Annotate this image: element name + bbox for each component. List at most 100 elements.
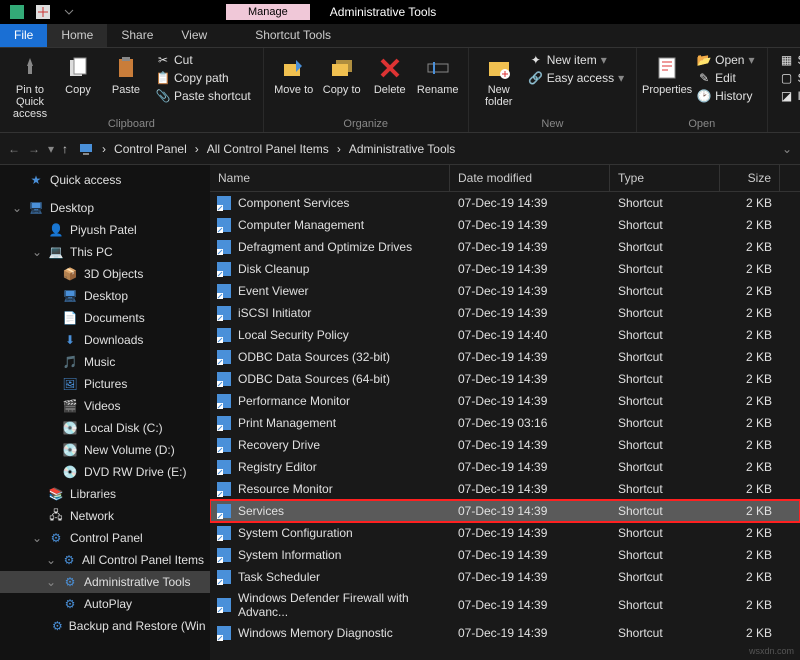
file-row[interactable]: ODBC Data Sources (64-bit)07-Dec-19 14:3…	[210, 368, 800, 390]
file-row[interactable]: ODBC Data Sources (32-bit)07-Dec-19 14:3…	[210, 346, 800, 368]
group-organize: Move to Copy to Delete Rename Organize	[264, 48, 469, 132]
recent-dropdown[interactable]: ▾	[48, 142, 54, 156]
file-row[interactable]: System Information07-Dec-19 14:39Shortcu…	[210, 544, 800, 566]
history-icon: 🕑	[697, 89, 711, 103]
col-size[interactable]: Size	[720, 165, 780, 191]
back-button[interactable]: ←	[8, 142, 20, 156]
nav-network[interactable]: 🖧Network	[0, 505, 210, 527]
nav-user[interactable]: 👤Piyush Patel	[0, 219, 210, 241]
copy-button[interactable]: Copy	[54, 50, 102, 100]
nav-item[interactable]: 📦3D Objects	[0, 263, 210, 285]
nav-desktop[interactable]: ⌄🖥Desktop	[0, 197, 210, 219]
nav-item[interactable]: 💽New Volume (D:)	[0, 439, 210, 461]
collapse-icon[interactable]: ⌄	[32, 531, 42, 545]
shortcut-icon	[216, 239, 232, 255]
pin-icon	[16, 54, 44, 82]
forward-button[interactable]: →	[28, 142, 40, 156]
properties-button[interactable]: Properties	[643, 50, 691, 100]
nav-item[interactable]: ⚙AutoPlay	[0, 593, 210, 615]
tab-home[interactable]: Home	[47, 24, 107, 47]
file-row[interactable]: Windows Defender Firewall with Advanc...…	[210, 588, 800, 622]
nav-item[interactable]: ⚙Backup and Restore (Win	[0, 615, 210, 637]
nav-control-panel[interactable]: ⌄⚙Control Panel	[0, 527, 210, 549]
rename-button[interactable]: Rename	[414, 50, 462, 100]
nav-item[interactable]: 🖥Desktop	[0, 285, 210, 307]
tab-view[interactable]: View	[167, 24, 221, 47]
new-folder-button[interactable]: New folder	[475, 50, 523, 112]
file-row[interactable]: Print Management07-Dec-19 03:16Shortcut2…	[210, 412, 800, 434]
tab-share[interactable]: Share	[107, 24, 167, 47]
nav-this-pc[interactable]: ⌄💻This PC	[0, 241, 210, 263]
nav-item[interactable]: ⌄⚙Administrative Tools	[0, 571, 210, 593]
file-row[interactable]: iSCSI Initiator07-Dec-19 14:39Shortcut2 …	[210, 302, 800, 324]
new-item-button[interactable]: ✦New item▾	[525, 52, 628, 68]
file-row[interactable]: Event Viewer07-Dec-19 14:39Shortcut2 KB	[210, 280, 800, 302]
context-tab-manage[interactable]: Manage	[226, 4, 310, 20]
nav-item[interactable]: 💿DVD RW Drive (E:)	[0, 461, 210, 483]
navigation-pane[interactable]: ★Quick access ⌄🖥Desktop 👤Piyush Patel ⌄💻…	[0, 165, 210, 660]
file-row[interactable]: System Configuration07-Dec-19 14:39Short…	[210, 522, 800, 544]
col-type[interactable]: Type	[610, 165, 720, 191]
crumb-item[interactable]: Control Panel	[114, 142, 187, 156]
file-row[interactable]: Recovery Drive07-Dec-19 14:39Shortcut2 K…	[210, 434, 800, 456]
delete-button[interactable]: Delete	[366, 50, 414, 100]
open-button[interactable]: 📂Open▾	[693, 52, 758, 68]
edit-icon: ✎	[697, 71, 711, 85]
file-row[interactable]: Services07-Dec-19 14:39Shortcut2 KB	[210, 500, 800, 522]
file-row[interactable]: Disk Cleanup07-Dec-19 14:39Shortcut2 KB	[210, 258, 800, 280]
nav-item[interactable]: ⌄⚙All Control Panel Items	[0, 549, 210, 571]
folder-icon: 📄	[62, 310, 78, 326]
file-list[interactable]: Name Date modified Type Size Component S…	[210, 165, 800, 660]
collapse-icon[interactable]: ⌄	[12, 201, 22, 215]
cut-button[interactable]: ✂Cut	[152, 52, 255, 68]
file-row[interactable]: Registry Editor07-Dec-19 14:39Shortcut2 …	[210, 456, 800, 478]
select-all-button[interactable]: ▦Select all	[776, 52, 800, 68]
folder-icon: 💽	[62, 442, 78, 458]
shortcut-icon	[216, 503, 232, 519]
file-row[interactable]: Windows Memory Diagnostic07-Dec-19 14:39…	[210, 622, 800, 644]
file-row[interactable]: Resource Monitor07-Dec-19 14:39Shortcut2…	[210, 478, 800, 500]
nav-item[interactable]: ⬇Downloads	[0, 329, 210, 351]
collapse-icon[interactable]: ⌄	[32, 245, 42, 259]
pin-button[interactable]: Pin to Quick access	[6, 50, 54, 124]
file-row[interactable]: Computer Management07-Dec-19 14:39Shortc…	[210, 214, 800, 236]
folder-icon: 🖼	[62, 376, 78, 392]
file-row[interactable]: Local Security Policy07-Dec-19 14:40Shor…	[210, 324, 800, 346]
nav-item[interactable]: 🎵Music	[0, 351, 210, 373]
crumb-item[interactable]: Administrative Tools	[349, 142, 456, 156]
group-select: ▦Select all ▢Select none ◪Invert selecti…	[768, 48, 800, 132]
nav-libraries[interactable]: 📚Libraries	[0, 483, 210, 505]
paste-shortcut-button[interactable]: 📎Paste shortcut	[152, 88, 255, 104]
file-row[interactable]: Task Scheduler07-Dec-19 14:39Shortcut2 K…	[210, 566, 800, 588]
invert-selection-button[interactable]: ◪Invert selection	[776, 88, 800, 104]
tab-shortcut-tools[interactable]: Shortcut Tools	[241, 24, 345, 47]
nav-item[interactable]: 🎬Videos	[0, 395, 210, 417]
crumb-item[interactable]: All Control Panel Items	[207, 142, 329, 156]
qat-dropdown-icon[interactable]	[58, 1, 80, 23]
paste-button[interactable]: Paste	[102, 50, 150, 100]
move-to-button[interactable]: Move to	[270, 50, 318, 100]
qat-properties-icon[interactable]	[6, 1, 28, 23]
breadcrumb[interactable]: › Control Panel › All Control Panel Item…	[78, 141, 772, 157]
nav-item[interactable]: 📄Documents	[0, 307, 210, 329]
tab-file[interactable]: File	[0, 24, 47, 47]
nav-item[interactable]: 💽Local Disk (C:)	[0, 417, 210, 439]
file-row[interactable]: Component Services07-Dec-19 14:39Shortcu…	[210, 192, 800, 214]
chevron-down-icon[interactable]: ⌄	[782, 142, 792, 156]
col-date[interactable]: Date modified	[450, 165, 610, 191]
copy-to-button[interactable]: Copy to	[318, 50, 366, 100]
edit-button[interactable]: ✎Edit	[693, 70, 758, 86]
nav-quick-access[interactable]: ★Quick access	[0, 169, 210, 191]
qat-new-icon[interactable]	[32, 1, 54, 23]
history-button[interactable]: 🕑History	[693, 88, 758, 104]
select-none-button[interactable]: ▢Select none	[776, 70, 800, 86]
file-row[interactable]: Defragment and Optimize Drives07-Dec-19 …	[210, 236, 800, 258]
easy-access-button[interactable]: 🔗Easy access▾	[525, 70, 628, 86]
chevron-right-icon: ›	[195, 142, 199, 156]
shortcut-icon	[216, 459, 232, 475]
copy-path-button[interactable]: 📋Copy path	[152, 70, 255, 86]
col-name[interactable]: Name	[210, 165, 450, 191]
file-row[interactable]: Performance Monitor07-Dec-19 14:39Shortc…	[210, 390, 800, 412]
up-button[interactable]: ↑	[62, 142, 68, 156]
nav-item[interactable]: 🖼Pictures	[0, 373, 210, 395]
